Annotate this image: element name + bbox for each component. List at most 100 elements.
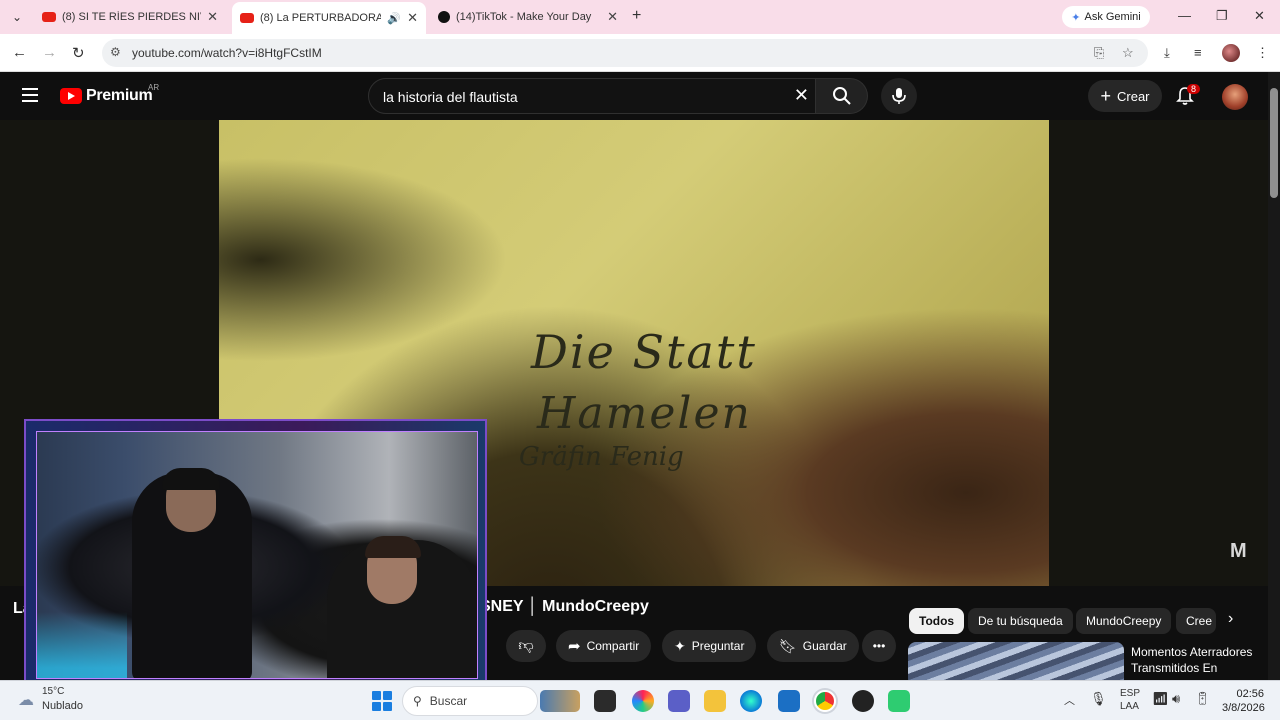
chip-todos[interactable]: Todos	[909, 608, 965, 634]
share-arrow-icon: ➦	[568, 638, 581, 655]
task-view-icon[interactable]	[594, 690, 616, 712]
thumbs-down-icon: 👎︎	[518, 637, 534, 654]
webcam-feed	[36, 431, 478, 679]
speaker-icon[interactable]: 🔊	[387, 12, 401, 25]
tab-perturbadora[interactable]: (8) La PERTURBADORA hist 🔊 ✕	[232, 2, 426, 34]
streamer-person-left	[132, 468, 252, 678]
cloud-icon: ☁	[18, 692, 34, 709]
related-video-thumbnail[interactable]	[908, 642, 1124, 680]
save-label: Guardar	[802, 639, 847, 653]
ask-label: Preguntar	[691, 639, 745, 653]
browser-tab-strip: ⌄ (8) SI TE RÍES PIERDES NIVEL DI ✕ (8) …	[0, 0, 1280, 34]
bookmark-star-icon[interactable]: ☆	[1122, 45, 1134, 61]
weather-condition: Nublado	[42, 700, 83, 712]
ask-gemini-label: Ask Gemini	[1084, 11, 1141, 23]
more-actions-button[interactable]: •••	[862, 630, 896, 662]
streamer-person-right	[327, 536, 477, 678]
browser-profile-avatar[interactable]	[1222, 44, 1240, 62]
restore-icon[interactable]: ❐	[1216, 8, 1228, 24]
clock-time: 02:56	[1236, 688, 1264, 700]
volume-icon[interactable]: 🔊︎	[1172, 691, 1180, 707]
ask-gemini-button[interactable]: ✦ Ask Gemini	[1062, 6, 1150, 28]
obs-icon[interactable]	[852, 690, 874, 712]
new-tab-plus-icon[interactable]: +	[632, 7, 641, 25]
site-info-icon[interactable]: ⚙	[110, 45, 121, 59]
youtube-icon	[42, 12, 56, 22]
youtube-header: Premium AR la historia del flautista ✕ +…	[0, 72, 1268, 120]
install-app-icon[interactable]: ⎘	[1094, 45, 1104, 61]
more-horizontal-icon: •••	[872, 639, 886, 653]
region-code: AR	[148, 83, 160, 92]
tab-title: (14)TikTok - Make Your Day	[456, 11, 592, 23]
tab-tiktok[interactable]: (14)TikTok - Make Your Day ✕	[430, 4, 626, 30]
keyboard-layout: LAA	[1120, 701, 1139, 712]
taskbar-search-placeholder: Buscar	[429, 694, 468, 708]
copilot-icon[interactable]	[632, 690, 654, 712]
chevron-right-icon[interactable]: ›	[1228, 610, 1233, 628]
minimize-icon[interactable]: —	[1178, 8, 1191, 23]
channel-watermark-icon[interactable]: M	[1230, 540, 1247, 563]
create-button[interactable]: + Crear	[1088, 80, 1162, 112]
chrome-icon[interactable]	[814, 690, 836, 712]
close-icon[interactable]: ✕	[207, 9, 218, 25]
microsoft-store-icon[interactable]	[778, 690, 800, 712]
close-icon[interactable]: ✕	[607, 9, 618, 25]
voice-search-button[interactable]	[881, 78, 917, 114]
search-button[interactable]	[816, 78, 868, 114]
teams-icon[interactable]	[668, 690, 690, 712]
search-input[interactable]: la historia del flautista	[383, 89, 518, 105]
ask-button[interactable]: ✦ Preguntar	[662, 630, 757, 662]
dislike-button[interactable]: 👎︎	[506, 630, 546, 662]
forward-arrow-icon[interactable]: →	[42, 44, 57, 61]
video-title: SNEY │ MundoCreepy	[480, 598, 649, 615]
chip-creepy[interactable]: Cree	[1176, 608, 1216, 634]
windows-taskbar: ☁ 15°C Nublado ⚲ Buscar ︿ 🎙︎ ESP LAA 📶︎ …	[0, 680, 1280, 720]
save-button[interactable]: 🔖︎ Guardar	[767, 630, 859, 662]
tab-search-chevron-icon[interactable]: ⌄	[6, 6, 28, 28]
back-arrow-icon[interactable]: ←	[12, 44, 27, 61]
taskbar-search[interactable]: ⚲ Buscar	[402, 686, 538, 716]
person-cap	[162, 468, 220, 490]
notification-count-badge: 8	[1187, 84, 1201, 94]
url-text[interactable]: youtube.com/watch?v=i8HtgFCstIM	[132, 46, 322, 60]
share-label: Compartir	[586, 639, 640, 653]
reload-icon[interactable]: ↻	[72, 44, 85, 62]
chip-de-tu-busqueda[interactable]: De tu búsqueda	[968, 608, 1073, 634]
reading-list-icon[interactable]: ≡	[1194, 45, 1202, 60]
file-explorer-icon[interactable]	[704, 690, 726, 712]
language-indicator[interactable]: ESP LAA	[1120, 687, 1140, 713]
close-icon[interactable]: ✕	[407, 10, 418, 26]
windows-start-icon[interactable]	[372, 691, 392, 711]
share-button[interactable]: ➦ Compartir	[556, 630, 652, 662]
hamburger-menu-icon[interactable]	[22, 88, 38, 102]
youtube-logo-icon[interactable]	[60, 88, 82, 104]
tray-chevron-up-icon[interactable]: ︿	[1064, 692, 1075, 708]
create-label: Crear	[1117, 88, 1150, 104]
app-icon[interactable]	[888, 690, 910, 712]
clear-search-icon[interactable]: ✕	[794, 85, 809, 106]
scrollbar-thumb[interactable]	[1270, 88, 1278, 198]
battery-icon[interactable]: 🔋︎	[1194, 691, 1211, 707]
related-video-title[interactable]: Momentos Aterradores Transmitidos En	[1131, 644, 1261, 676]
chip-mundocreepy[interactable]: MundoCreepy	[1076, 608, 1172, 634]
browser-menu-icon[interactable]: ⋮	[1256, 45, 1269, 61]
edge-icon[interactable]	[740, 690, 762, 712]
search-highlight-icon[interactable]	[540, 690, 580, 712]
account-avatar[interactable]	[1222, 84, 1248, 110]
omnibox[interactable]: ⚙ youtube.com/watch?v=i8HtgFCstIM ⎘ ☆	[102, 39, 1148, 67]
neon-light	[37, 612, 127, 678]
video-text-line: Die Statt	[531, 325, 757, 379]
window-close-icon[interactable]: ✕	[1254, 8, 1265, 24]
video-text-line: Hamelen	[537, 388, 752, 439]
tab-title: (8) SI TE RÍES PIERDES NIVEL DI	[62, 11, 201, 23]
microphone-icon[interactable]: 🎙︎	[1090, 691, 1107, 707]
language-code: ESP	[1120, 688, 1141, 699]
download-icon[interactable]: ⤓	[1164, 45, 1170, 61]
webcam-overlay	[24, 419, 487, 689]
youtube-premium-logo[interactable]: Premium	[86, 87, 153, 105]
system-clock[interactable]: 02:56 3/8/2026	[1222, 687, 1265, 715]
page-scrollbar[interactable]	[1268, 72, 1280, 680]
wifi-icon[interactable]: 📶︎	[1152, 691, 1169, 707]
search-box[interactable]: la historia del flautista ✕	[368, 78, 816, 114]
tab-si-te-ries[interactable]: (8) SI TE RÍES PIERDES NIVEL DI ✕	[34, 4, 226, 30]
